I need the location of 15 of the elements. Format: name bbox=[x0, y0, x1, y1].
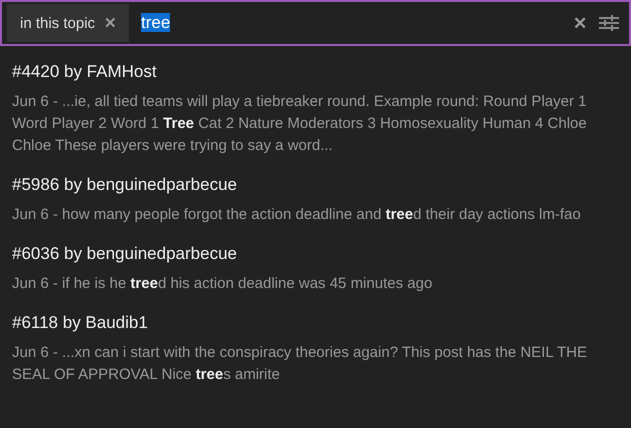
result-title[interactable]: #6118 by Baudib1 bbox=[12, 313, 619, 333]
search-text: tree bbox=[141, 13, 170, 32]
result-title[interactable]: #4420 by FAMHost bbox=[12, 62, 619, 82]
remove-icon[interactable]: ✕ bbox=[104, 14, 118, 32]
scope-label: in this topic bbox=[20, 14, 96, 32]
search-field[interactable]: tree bbox=[129, 13, 573, 33]
clear-icon[interactable]: ✕ bbox=[573, 12, 587, 34]
result-title[interactable]: #5986 by benguinedparbecue bbox=[12, 175, 619, 195]
result-title[interactable]: #6036 by benguinedparbecue bbox=[12, 244, 619, 264]
settings-icon[interactable] bbox=[599, 15, 619, 31]
result-snippet: Jun 6 - ...xn can i start with the conspiracy theories again? This post has the NEIL THE SEAL OF APPROVAL Nice trees amirite bbox=[12, 343, 588, 385]
result-snippet: Jun 6 - ...ie, all tied teams will play a tiebreaker round. Example round: Round Player 1 Word Player 2 Word 1 Tree Cat 2 Nature Moderators 3 Homosexuality Human 4 Chloe Chloe These players were trying to say a word... bbox=[12, 92, 588, 156]
result-snippet: Jun 6 - if he is he treed his action deadline was 45 minutes ago bbox=[12, 274, 434, 294]
result-snippet: Jun 6 - how many people forgot the action deadline and treed their day actions lm-fao bbox=[12, 205, 582, 225]
scope-chip[interactable]: in this topic ✕ bbox=[7, 4, 130, 42]
